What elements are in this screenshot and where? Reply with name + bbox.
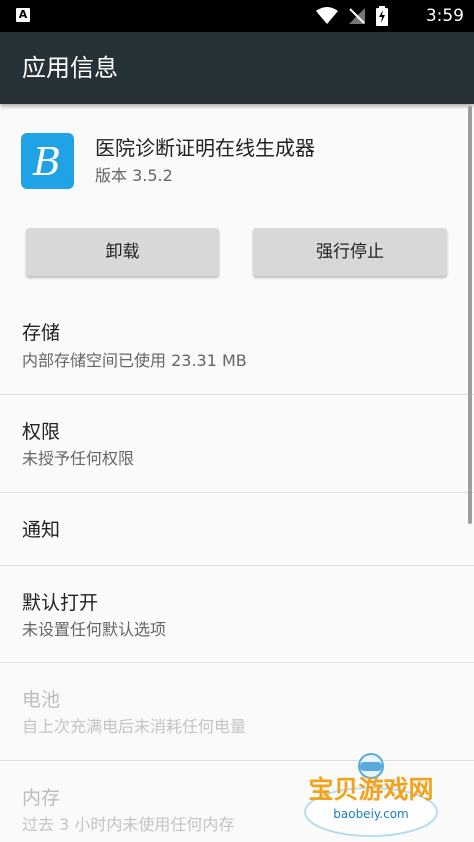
status-bar: A 3:59 <box>0 0 474 32</box>
item-title: 默认打开 <box>22 592 99 614</box>
notifications-item[interactable]: 通知 <box>0 493 474 565</box>
app-icon-letter: B <box>32 140 61 184</box>
no-signal-icon <box>349 8 365 24</box>
item-summary: 过去 3 小时内未使用任何内存 <box>22 815 235 834</box>
item-summary: 未授予任何权限 <box>22 449 135 468</box>
app-version: 版本 3.5.2 <box>95 166 173 185</box>
app-icon: B <box>21 133 74 189</box>
item-summary: 未设置任何默认选项 <box>22 620 167 639</box>
watermark-logo: 宝贝游戏网 baobeiy.com <box>296 752 446 838</box>
storage-item[interactable]: 存储 内部存储空间已使用 23.31 MB <box>0 300 474 394</box>
item-summary: 内部存储空间已使用 23.31 MB <box>22 351 247 370</box>
scrollbar[interactable] <box>468 106 472 524</box>
item-title: 权限 <box>22 421 61 443</box>
item-title: 内存 <box>22 787 61 809</box>
item-title: 通知 <box>22 519 61 541</box>
item-title: 电池 <box>22 689 61 711</box>
permissions-item[interactable]: 权限 未授予任何权限 <box>0 395 474 492</box>
open-by-default-item[interactable]: 默认打开 未设置任何默认选项 <box>0 566 474 662</box>
app-name: 医院诊断证明在线生成器 <box>95 136 315 160</box>
battery-item: 电池 自上次充满电后未消耗任何电量 <box>0 663 474 760</box>
watermark-text: 宝贝游戏网 <box>308 775 433 804</box>
wifi-icon <box>316 7 338 24</box>
item-summary: 自上次充满电后未消耗任何电量 <box>22 717 247 736</box>
battery-charging-icon <box>376 6 388 26</box>
clock: 3:59 <box>425 6 464 26</box>
page-title: 应用信息 <box>22 54 118 82</box>
notification-icon: A <box>16 8 30 22</box>
item-title: 存储 <box>22 322 61 344</box>
force-stop-button[interactable]: 强行停止 <box>253 228 447 276</box>
watermark-domain: baobeiy.com <box>333 807 408 821</box>
app-bar: 应用信息 <box>0 32 474 104</box>
uninstall-button[interactable]: 卸载 <box>26 228 219 276</box>
